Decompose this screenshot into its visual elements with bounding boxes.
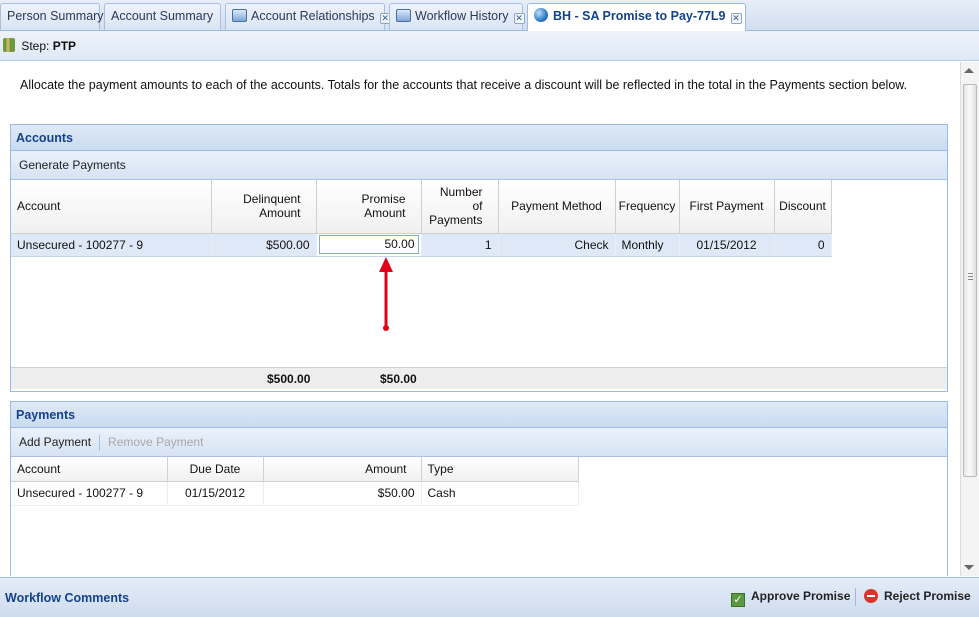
col-due-date[interactable]: Due Date [167, 457, 264, 482]
close-icon[interactable]: ✕ [730, 13, 742, 24]
table-row[interactable]: Unsecured - 100277 - 9 01/15/2012 $50.00… [11, 481, 579, 505]
cell-type: Cash [421, 481, 579, 505]
payments-toolbar: Add Payment Remove Payment [11, 428, 947, 457]
workflow-step-icon [3, 38, 15, 52]
col-type[interactable]: Type [421, 457, 579, 482]
accounts-panel-title: Accounts [11, 125, 947, 151]
col-delinquent-amount[interactable]: Delinquent Amount [211, 180, 317, 234]
col-discount[interactable]: Discount [774, 180, 832, 234]
close-icon[interactable]: ✕ [513, 13, 525, 24]
col-account[interactable]: Account [11, 180, 212, 234]
annotation-arrow [379, 257, 393, 331]
cell-due-date: 01/15/2012 [167, 481, 264, 505]
cell-account: Unsecured - 100277 - 9 [11, 233, 212, 257]
tab-label: Account Summary [111, 9, 214, 23]
promise-amount-input[interactable]: 50.00 [318, 235, 419, 254]
tab-promise-to-pay[interactable]: BH - SA Promise to Pay-77L9 ✕ [527, 3, 746, 31]
scroll-up-icon[interactable] [964, 68, 974, 73]
tab-account-summary[interactable]: Account Summary [104, 3, 221, 30]
scrollbar-thumb[interactable] [963, 84, 977, 477]
bottom-bar: Workflow Comments ✓ Approve Promise Rejec… [0, 577, 979, 617]
total-delinquent-amount: $500.00 [267, 372, 311, 386]
col-first-payment[interactable]: First Payment [679, 180, 775, 234]
payments-panel-title: Payments [11, 402, 947, 428]
tab-label: BH - SA Promise to Pay-77L9 [553, 9, 726, 23]
payments-panel: Payments Add Payment Remove Payment Accou… [10, 401, 948, 576]
tab-account-relationships[interactable]: Account Relationships ✕ [225, 3, 391, 30]
cell-delinquent-amount: $500.00 [211, 233, 317, 257]
approve-promise-label: Approve Promise [751, 589, 851, 603]
col-account[interactable]: Account [11, 457, 168, 482]
window-icon [232, 9, 247, 22]
accounts-grid: Account Delinquent Amount Promise Amount… [11, 180, 832, 257]
window-icon [396, 9, 411, 22]
button-separator [855, 588, 856, 606]
col-promise-amount[interactable]: Promise Amount [316, 180, 422, 234]
col-payment-method[interactable]: Payment Method [498, 180, 616, 234]
globe-icon [534, 8, 548, 22]
tab-person-summary[interactable]: Person Summary [0, 3, 104, 30]
cell-amount: $50.00 [263, 481, 422, 505]
vertical-scrollbar[interactable] [960, 62, 979, 576]
reject-promise-button[interactable]: Reject Promise [864, 588, 971, 604]
cell-account: Unsecured - 100277 - 9 [11, 481, 168, 505]
approve-promise-button[interactable]: ✓ Approve Promise [731, 588, 850, 607]
toolbar-separator [99, 434, 101, 451]
grip-icon [968, 273, 973, 280]
generate-payments-button[interactable]: Generate Payments [19, 158, 126, 172]
step-bar: Step: PTP [0, 31, 979, 61]
accounts-panel: Accounts Generate Payments Account Delin… [10, 124, 948, 392]
tab-label: Person Summary [7, 9, 104, 23]
col-frequency[interactable]: Frequency [615, 180, 680, 234]
checkmark-icon: ✓ [731, 593, 745, 607]
total-promise-amount: $50.00 [380, 372, 417, 386]
step-label: Step: [21, 39, 50, 53]
accounts-toolbar: Generate Payments [11, 151, 947, 180]
cell-payment-method[interactable]: Check [498, 233, 616, 257]
main-content: Allocate the payment amounts to each of … [0, 62, 960, 576]
payments-grid: Account Due Date Amount Type Unsecured -… [11, 457, 579, 506]
tab-bar: Person Summary Account Summary Account R… [0, 0, 979, 31]
scroll-down-icon[interactable] [964, 565, 974, 570]
intro-text: Allocate the payment amounts to each of … [20, 78, 908, 92]
remove-payment-button[interactable]: Remove Payment [108, 435, 203, 449]
col-number-of-payments[interactable]: Number of Payments [421, 180, 499, 234]
tab-workflow-history[interactable]: Workflow History ✕ [389, 3, 525, 30]
workflow-comments-link[interactable]: Workflow Comments [5, 591, 129, 605]
reject-promise-label: Reject Promise [884, 589, 971, 603]
col-amount[interactable]: Amount [263, 457, 422, 482]
cell-first-payment[interactable]: 01/15/2012 [679, 233, 775, 257]
accounts-totals-row: $500.00 $50.00 [11, 367, 947, 389]
reject-icon [864, 589, 878, 603]
tab-label: Account Relationships [251, 9, 375, 23]
add-payment-button[interactable]: Add Payment [19, 435, 91, 449]
table-row[interactable]: Unsecured - 100277 - 9 $500.00 50.00 1 C… [11, 233, 832, 257]
tab-label: Workflow History [415, 9, 509, 23]
cell-frequency[interactable]: Monthly [615, 233, 680, 257]
promise-amount-cell[interactable]: 50.00 [316, 233, 422, 257]
step-value: PTP [52, 39, 77, 53]
cell-discount: 0 [774, 233, 832, 257]
cell-number-of-payments: 1 [421, 233, 499, 257]
